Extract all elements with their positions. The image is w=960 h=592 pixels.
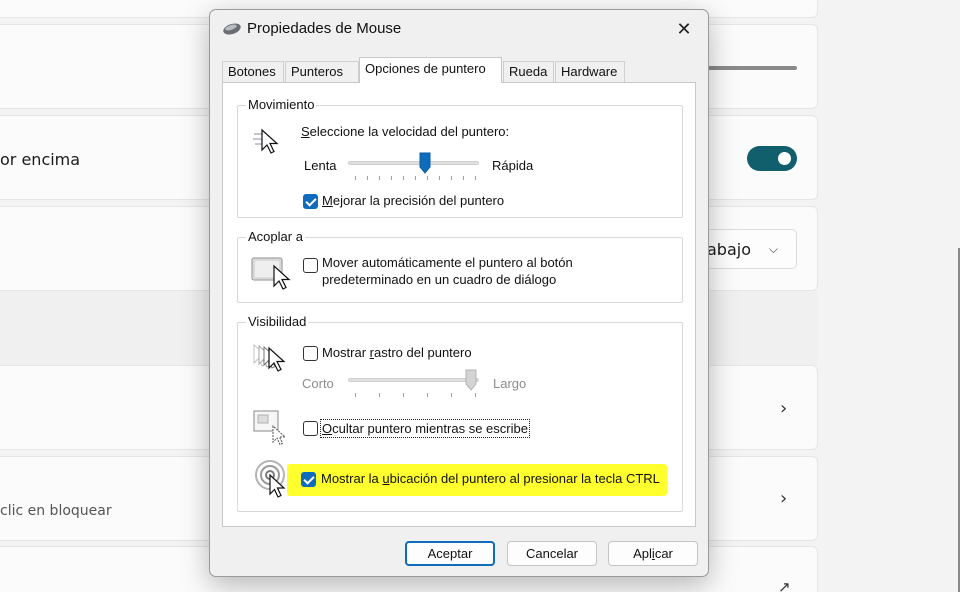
mouse-properties-dialog: Propiedades de Mouse ✕ Botones Punteros … (209, 9, 709, 577)
settings-dropdown-value: abajo (707, 240, 751, 259)
show-location-ctrl-label[interactable]: Mostrar la ubicación del puntero al pres… (321, 471, 660, 486)
hide-while-typing-text: cultar puntero mientras se escribe (332, 421, 528, 436)
speed-slider-track[interactable] (348, 161, 479, 165)
settings-row-subtext: clic en bloquear (0, 503, 112, 519)
hide-while-typing-mnemonic: O (322, 421, 333, 436)
tab-hardware[interactable]: Hardware (555, 61, 625, 82)
trail-length-slider-track[interactable] (348, 378, 479, 382)
tab-botones[interactable]: Botones (222, 61, 284, 82)
group-acoplar: Acoplar a Mover automáticamente el punte… (237, 229, 683, 303)
dialog-title: Propiedades de Mouse (247, 20, 402, 37)
snap-to-button-icon (251, 257, 291, 290)
snap-to-label-line1[interactable]: Mover automáticamente el puntero al botó… (322, 255, 573, 270)
chevron-right-icon: › (780, 488, 788, 509)
tab-rueda[interactable]: Rueda (503, 61, 554, 82)
pointer-trails-checkbox[interactable] (303, 346, 318, 361)
tab-opciones-de-puntero[interactable]: Opciones de puntero (359, 57, 502, 83)
long-label: Largo (493, 376, 527, 391)
enhance-precision-mnemonic: M (322, 193, 333, 208)
pointer-trails-text-a: Mostrar (322, 345, 370, 360)
group-movimiento: Movimiento Seleccione la velocidad del p… (237, 97, 683, 218)
trail-length-slider-thumb[interactable] (465, 369, 477, 391)
apply-text-b: car (654, 546, 673, 561)
speed-slider-ticks (355, 176, 476, 181)
pointer-trails-text-b: astro del puntero (374, 345, 472, 360)
group-legend: Acoplar a (246, 229, 305, 244)
group-legend: Visibilidad (246, 314, 309, 329)
pointer-trails-icon (253, 343, 286, 372)
show-location-text-b: bicación del puntero al presionar la tec… (389, 471, 660, 486)
snap-to-checkbox[interactable] (303, 258, 318, 273)
close-icon: ✕ (676, 19, 692, 39)
slow-label: Lenta (304, 158, 337, 173)
hide-while-typing-checkbox[interactable] (303, 421, 318, 436)
fast-label: Rápida (492, 158, 534, 173)
short-label: Corto (302, 376, 334, 391)
show-location-ctrl-checkbox[interactable] (301, 472, 316, 487)
settings-slider[interactable] (708, 66, 797, 70)
mouse-icon (223, 23, 241, 35)
tab-panel: Movimiento Seleccione la velocidad del p… (222, 82, 696, 527)
pointer-trails-label[interactable]: Mostrar rastro del puntero (322, 345, 472, 360)
chevron-down-icon: ⌵ (768, 242, 778, 256)
speed-label: Seleccione la velocidad del puntero: (301, 124, 509, 139)
trail-length-slider-ticks (355, 393, 476, 398)
accept-button[interactable]: Aceptar (405, 541, 495, 566)
hide-while-typing-label[interactable]: Ocultar puntero mientras se escribe (322, 421, 528, 436)
enhance-precision-label[interactable]: Mejorar la precisión del puntero (322, 193, 504, 208)
pointer-speed-icon (253, 128, 279, 154)
speed-slider-thumb[interactable] (419, 152, 431, 174)
hide-pointer-typing-icon (253, 410, 287, 446)
snap-to-label-line2[interactable]: predeterminado en un cuadro de diálogo (322, 272, 556, 287)
show-location-mnemonic: u (382, 471, 390, 486)
show-location-text-a: Mostrar la (321, 471, 383, 486)
settings-toggle[interactable] (747, 146, 797, 171)
enhance-precision-text: ejorar la precisión del puntero (332, 193, 505, 208)
speed-label-mnemonic: S (301, 124, 310, 139)
close-button[interactable]: ✕ (664, 14, 704, 44)
external-link-icon: ↗ (778, 578, 791, 592)
apply-text-a: Apl (633, 546, 652, 561)
group-legend: Movimiento (246, 97, 317, 112)
enhance-precision-checkbox[interactable] (303, 194, 318, 209)
speed-label-text: eleccione la velocidad del puntero: (309, 124, 510, 139)
tab-punteros[interactable]: Punteros (285, 61, 359, 82)
apply-button[interactable]: Aplicar (608, 541, 698, 566)
chevron-right-icon: › (780, 398, 788, 419)
cancel-button[interactable]: Cancelar (507, 541, 597, 566)
settings-row-label: or encima (0, 150, 81, 169)
title-bar[interactable]: Propiedades de Mouse ✕ (210, 10, 708, 48)
